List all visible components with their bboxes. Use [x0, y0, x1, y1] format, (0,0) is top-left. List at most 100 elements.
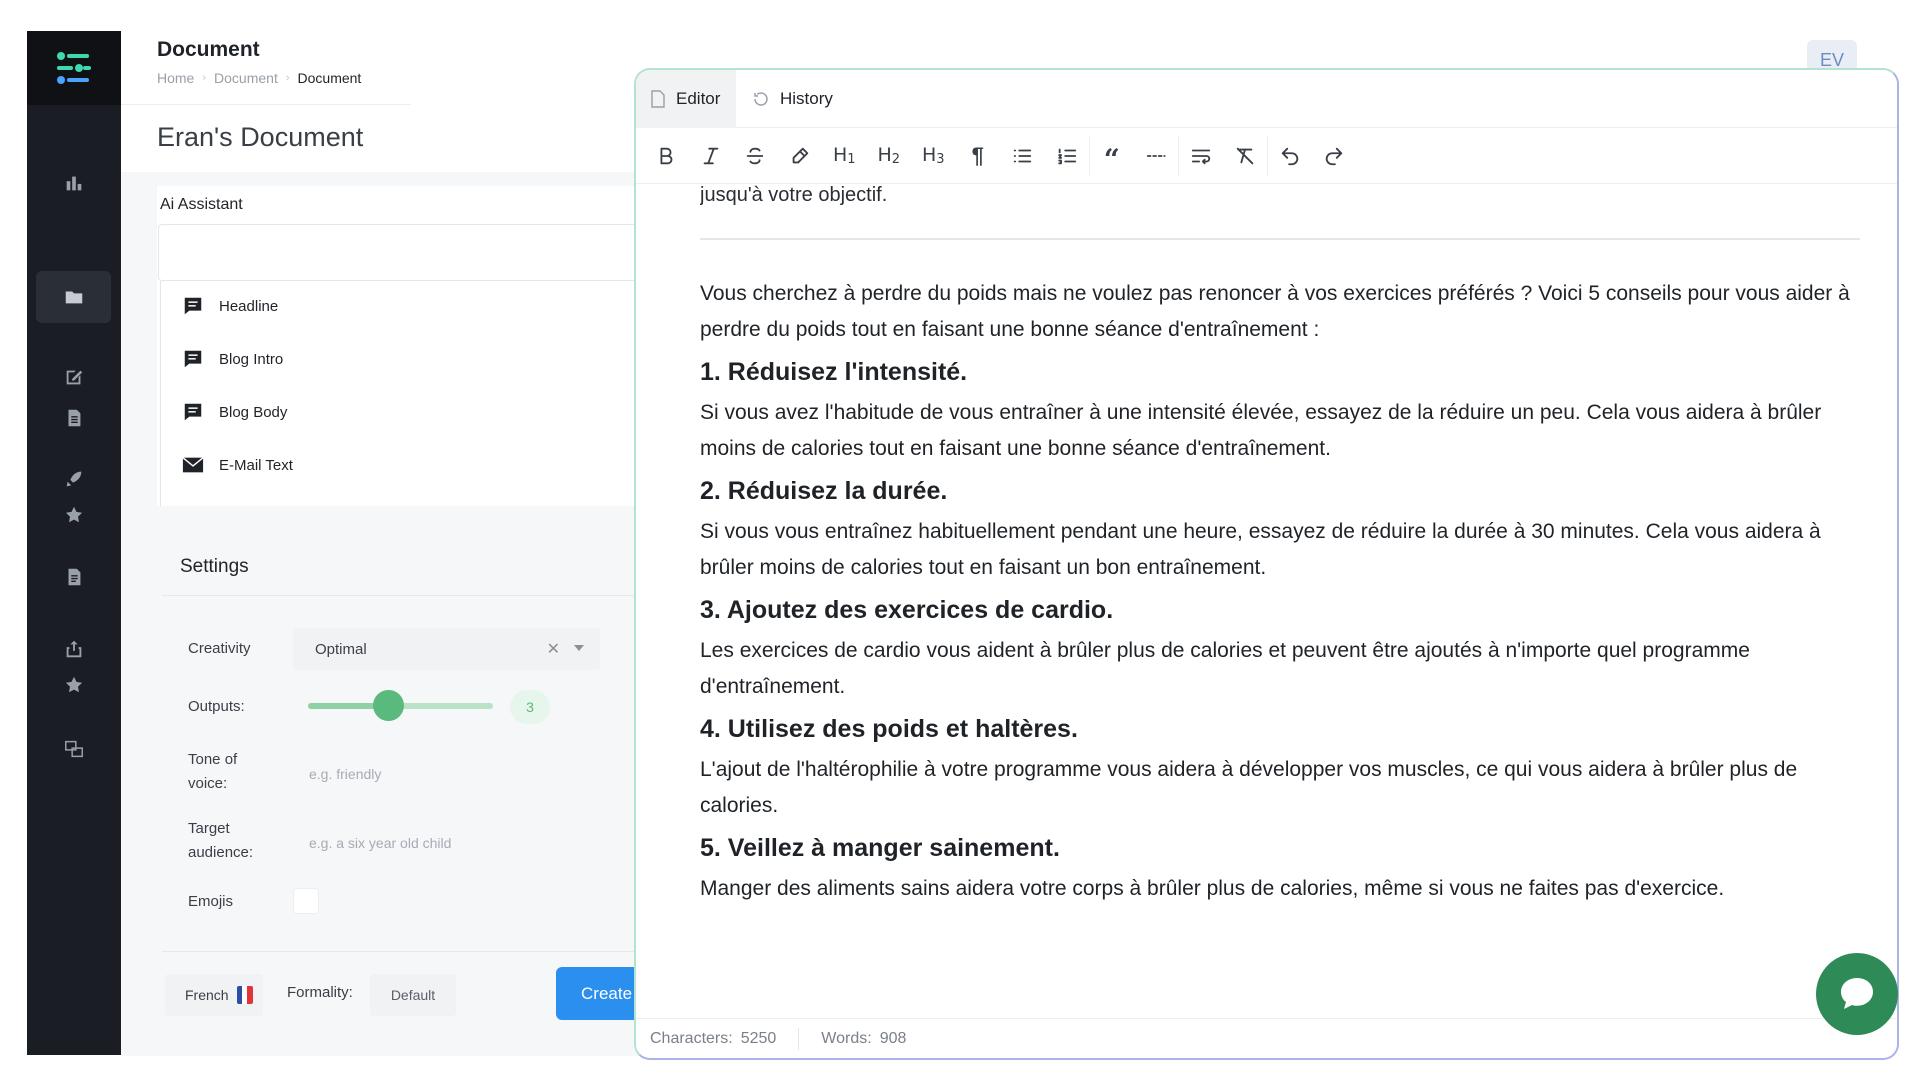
list-item-headline[interactable]: Headline [181, 291, 278, 321]
star-icon[interactable] [27, 497, 121, 533]
language-value: French [185, 987, 229, 1003]
document-icon[interactable] [27, 400, 121, 436]
chat-bubble-icon [181, 347, 205, 371]
ai-assistant-label: Ai Assistant [160, 196, 243, 213]
editor-tabbar: Editor History [636, 70, 1897, 128]
list-item-blog-body[interactable]: Blog Body [181, 397, 287, 427]
wrap-text-icon[interactable] [1178, 135, 1223, 176]
settings-divider [162, 595, 641, 596]
app-logo[interactable] [27, 31, 121, 105]
breadcrumb-document[interactable]: Document [214, 70, 278, 86]
words-count: 908 [879, 1029, 907, 1047]
outputs-value-badge: 3 [510, 690, 550, 724]
words-label: Words: [821, 1029, 872, 1047]
section-heading: 2. Réduisez la durée. [700, 477, 948, 505]
clear-format-icon[interactable] [1223, 136, 1268, 176]
emojis-checkbox[interactable] [293, 888, 319, 914]
list-item-blog-intro[interactable]: Blog Intro [181, 344, 283, 374]
breadcrumb-home[interactable]: Home [157, 70, 194, 86]
tab-label: Editor [676, 89, 721, 108]
formality-select[interactable]: Default [370, 974, 456, 1016]
editor-statusbar: Characters: 5250 Words: 908 [636, 1018, 1897, 1058]
breadcrumb-current: Document [297, 70, 362, 86]
blockquote-icon[interactable]: “ [1089, 135, 1134, 176]
create-button[interactable]: Create [556, 967, 641, 1020]
chat-bubble-icon [181, 400, 205, 424]
undo-icon[interactable] [1267, 135, 1312, 176]
bottom-divider [162, 951, 641, 952]
status-separator [798, 1027, 800, 1050]
dashboard-icon[interactable] [27, 165, 121, 201]
truncated-text: jusqu'à votre objectif. [700, 184, 888, 206]
editor-panel: Editor History H1 H2 H3 ¶ “ jusqu'à votr… [634, 68, 1899, 1060]
clear-icon[interactable]: ✕ [547, 639, 560, 659]
settings-title: Settings [180, 556, 249, 577]
editor-toolbar: H1 H2 H3 ¶ “ [636, 128, 1897, 184]
section-heading: 3. Ajoutez des exercices de cardio. [700, 596, 1114, 624]
language-select[interactable]: French [165, 974, 263, 1016]
logo-icon [57, 52, 91, 84]
chat-icon [1841, 978, 1873, 1009]
audience-label-line: Target [188, 820, 230, 837]
tab-history[interactable]: History [736, 70, 856, 128]
chevron-down-icon[interactable] [574, 645, 584, 651]
star-icon[interactable] [27, 667, 121, 703]
header-divider [121, 104, 411, 105]
bullet-list-icon[interactable] [1000, 136, 1045, 176]
tone-of-voice-input[interactable] [293, 755, 600, 793]
history-icon [754, 92, 768, 106]
section-text: Si vous avez l'habitude de vous entraîne… [700, 401, 1822, 460]
editor-content[interactable]: jusqu'à votre objectif. Vous cherchez à … [700, 184, 1860, 1024]
ordered-list-icon[interactable] [1045, 136, 1090, 176]
document-icon [651, 90, 665, 108]
breadcrumb-separator: › [202, 72, 207, 84]
horizontal-rule-icon[interactable] [1134, 136, 1179, 176]
audience-label-line: audience: [188, 844, 254, 861]
ai-assistant-search-input[interactable] [158, 224, 641, 281]
characters-count: 5250 [740, 1029, 777, 1047]
translate-icon[interactable] [27, 731, 121, 767]
share-icon[interactable] [27, 631, 121, 667]
sidebar [27, 31, 121, 1055]
target-audience-input[interactable] [293, 824, 600, 862]
document-title[interactable]: Eran's Document [157, 122, 363, 153]
list-item-label: Blog Intro [219, 350, 284, 368]
redo-icon[interactable] [1312, 136, 1357, 176]
creativity-select[interactable]: Optimal ✕ [293, 628, 600, 670]
heading-1-icon[interactable]: H1 [822, 136, 867, 176]
file-icon[interactable] [27, 559, 121, 595]
folder-icon[interactable] [27, 279, 121, 315]
tab-editor[interactable]: Editor [636, 70, 736, 128]
heading-2-icon[interactable]: H2 [867, 136, 912, 176]
heading-3-icon[interactable]: H3 [911, 136, 956, 176]
tone-label-line: voice: [188, 775, 228, 792]
characters-label: Characters: [650, 1029, 733, 1047]
list-item-label: Headline [219, 297, 279, 315]
breadcrumb: Home › Document › Document [157, 70, 361, 86]
outputs-slider-thumb[interactable] [372, 690, 404, 721]
section-text: Les exercices de cardio vous aident à br… [700, 639, 1750, 698]
tab-label: History [780, 89, 833, 108]
section-text: Si vous vous entraînez habituellement pe… [700, 520, 1821, 579]
section-heading: 5. Veillez à manger sainement. [700, 834, 1060, 862]
section-text: L'ajout de l'haltérophilie à votre progr… [700, 758, 1798, 817]
paragraph-icon[interactable]: ¶ [956, 136, 1001, 176]
highlight-icon[interactable] [778, 136, 823, 176]
page-title: Document [157, 38, 260, 61]
list-item-email-text[interactable]: E-Mail Text [181, 450, 293, 480]
list-item-label: Blog Body [219, 403, 288, 421]
content-divider [700, 238, 1860, 240]
italic-icon[interactable] [689, 136, 734, 176]
section-heading: 1. Réduisez l'intensité. [700, 358, 968, 386]
audience-label: Target audience: [188, 817, 253, 865]
outputs-label: Outputs: [188, 698, 245, 715]
chat-button[interactable] [1816, 953, 1898, 1035]
chat-bubble-icon [181, 294, 205, 318]
creativity-value: Optimal [315, 640, 367, 658]
rocket-icon[interactable] [27, 461, 121, 497]
edit-icon[interactable] [27, 359, 121, 395]
bold-icon[interactable] [644, 136, 689, 176]
strikethrough-icon[interactable] [733, 136, 778, 176]
tone-label-line: Tone of [188, 751, 238, 768]
french-flag-icon [236, 986, 253, 1004]
